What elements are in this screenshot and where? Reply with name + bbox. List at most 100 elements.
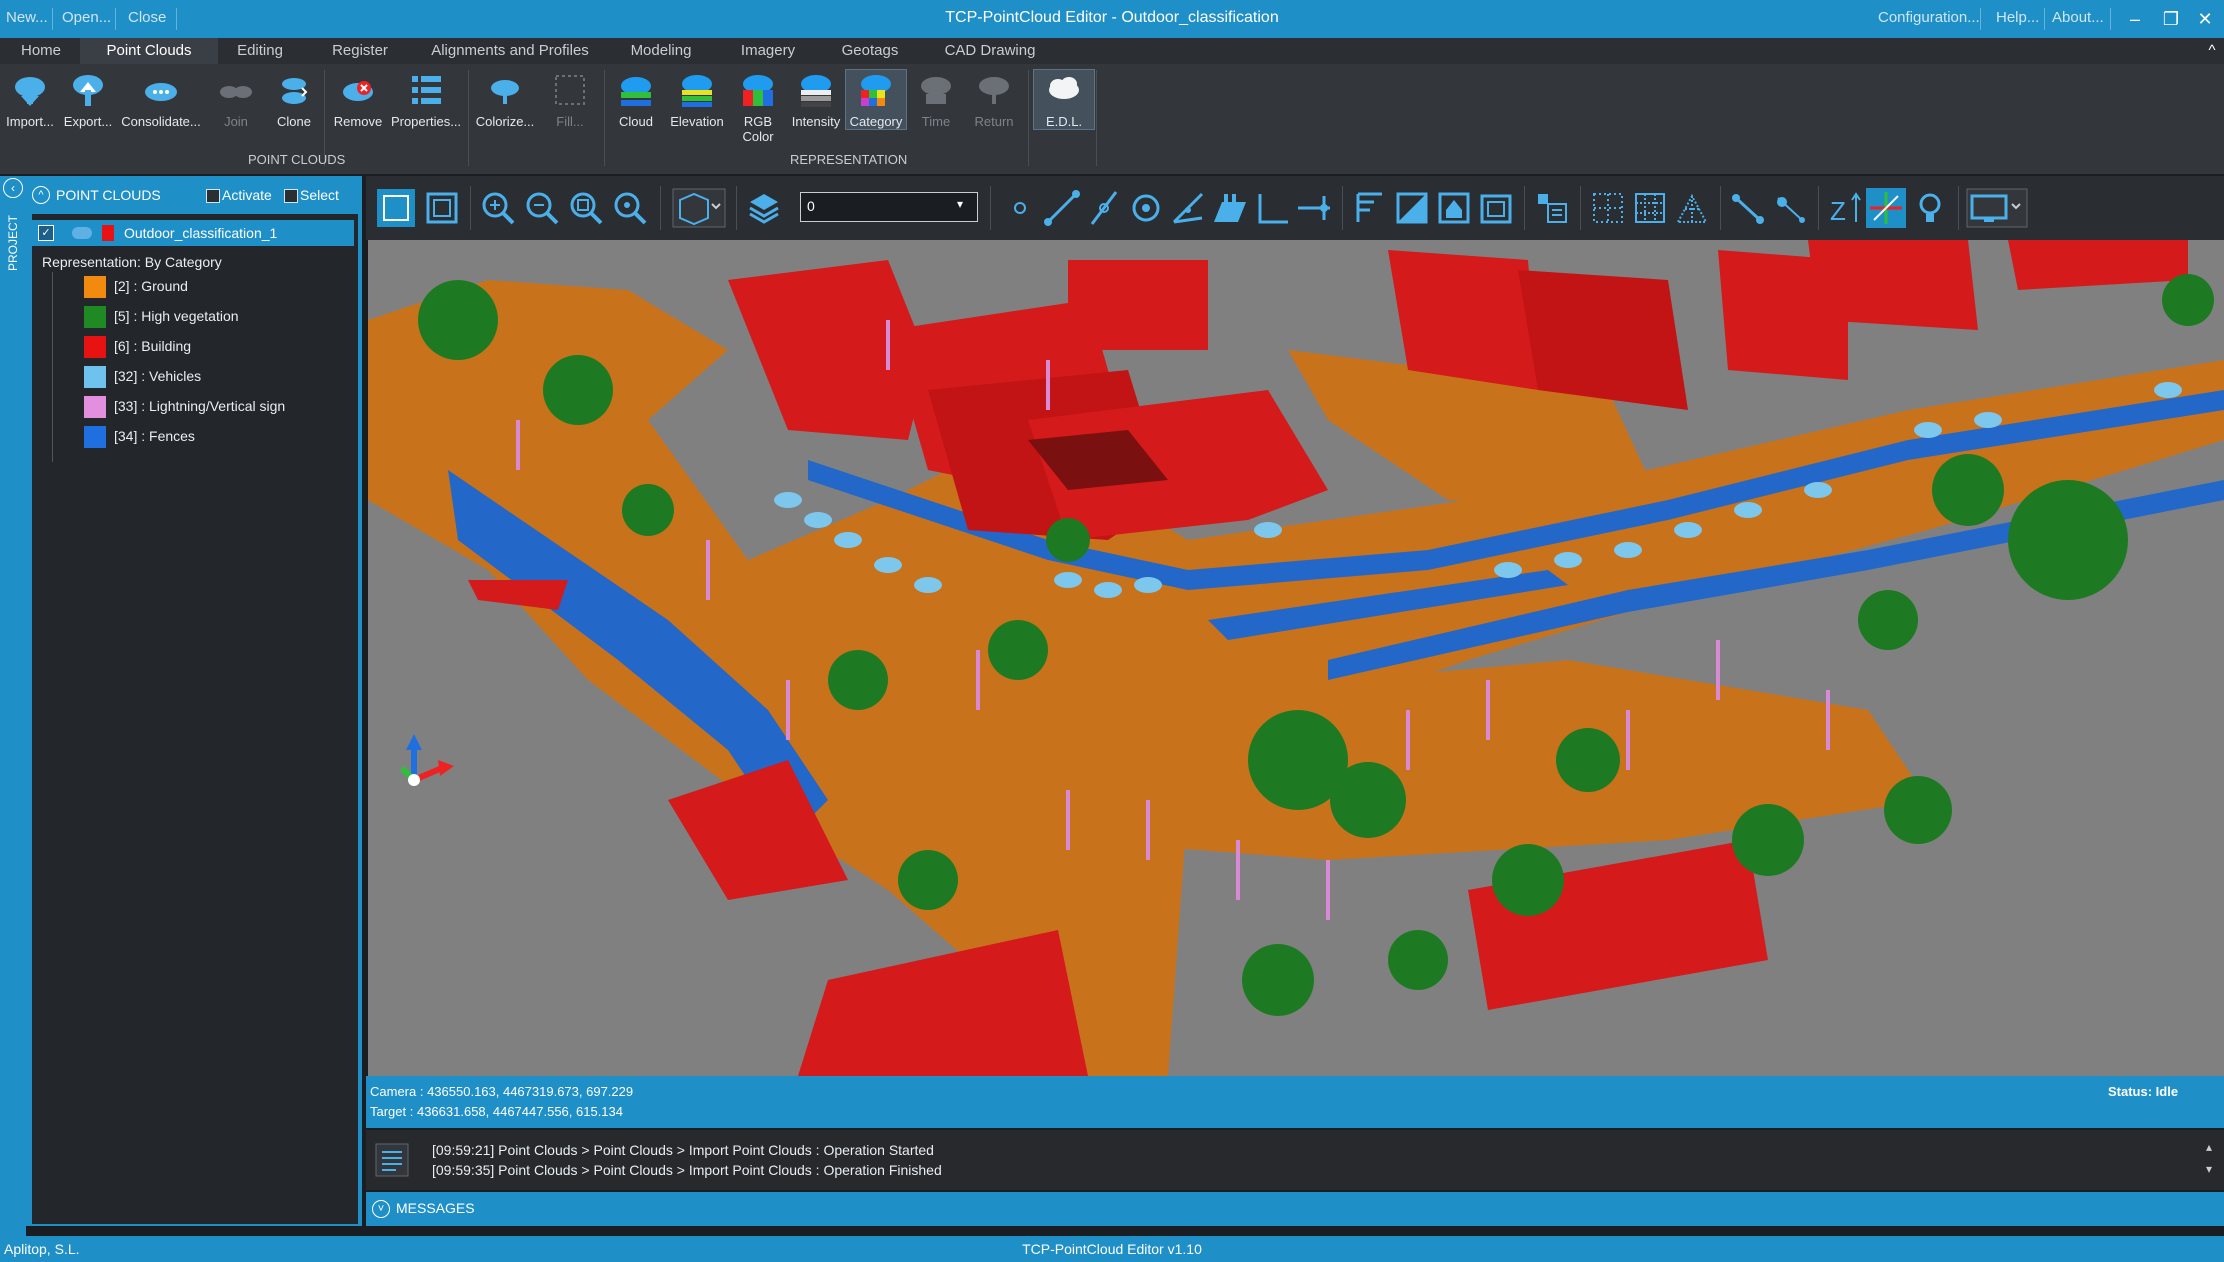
- tree-guide-line: [52, 272, 53, 462]
- tab-imagery[interactable]: Imagery: [728, 38, 808, 64]
- separator: [1720, 186, 1721, 230]
- grid-icon[interactable]: [1630, 188, 1670, 228]
- building-points: [2008, 240, 2188, 290]
- project-side-tab[interactable]: PROJECT: [6, 210, 20, 276]
- return-button[interactable]: Return: [964, 70, 1024, 129]
- tab-geotags[interactable]: Geotags: [830, 38, 910, 64]
- house-view-icon[interactable]: [1434, 188, 1474, 228]
- consolidate-button[interactable]: Consolidate...: [118, 70, 204, 129]
- vegetation-points: [1242, 944, 1314, 1016]
- layers-icon[interactable]: [744, 188, 784, 228]
- circle-target-icon[interactable]: [1126, 188, 1166, 228]
- zoom-in-icon[interactable]: [478, 188, 518, 228]
- cloud-color-swatch: [102, 225, 114, 241]
- app-version: TCP-PointCloud Editor v1.10: [1022, 1241, 1202, 1257]
- tree-row-cloud[interactable]: ✓ Outdoor_classification_1: [32, 220, 354, 246]
- collapse-panel-icon[interactable]: ‹: [3, 178, 23, 198]
- close-icon[interactable]: ✕: [2188, 4, 2222, 34]
- zoom-out-icon[interactable]: [522, 188, 562, 228]
- volume-icon[interactable]: [1210, 188, 1250, 228]
- tab-modeling[interactable]: Modeling: [616, 38, 706, 64]
- snap-line-icon[interactable]: [1770, 188, 1810, 228]
- vehicles-swatch: [84, 366, 106, 388]
- cloud-representation-button[interactable]: Cloud: [606, 70, 666, 129]
- messages-label[interactable]: MESSAGES: [396, 1200, 475, 1216]
- separator: [660, 186, 661, 230]
- vegetation-points: [988, 620, 1048, 680]
- measure-distance-icon[interactable]: [1042, 188, 1082, 228]
- cloud-visible-checkbox[interactable]: ✓: [38, 225, 54, 241]
- colorize-button[interactable]: Colorize...: [472, 70, 538, 129]
- select-box-icon[interactable]: [376, 188, 416, 228]
- view-cube-icon[interactable]: [672, 188, 726, 228]
- polyline-icon[interactable]: [1728, 188, 1768, 228]
- activate-checkbox[interactable]: [206, 189, 220, 203]
- configuration-link[interactable]: Configuration...: [1878, 9, 1980, 26]
- clone-button[interactable]: Clone: [264, 70, 324, 129]
- z-up-icon[interactable]: Z: [1826, 188, 1866, 228]
- consolidate-label: Consolidate...: [121, 114, 201, 129]
- angle-measure-icon[interactable]: [1168, 188, 1208, 228]
- elevation-button[interactable]: Elevation: [664, 70, 730, 129]
- scroll-down-icon[interactable]: ▾: [2206, 1162, 2212, 1176]
- layer-select[interactable]: 0 ▾: [800, 192, 978, 222]
- tab-register[interactable]: Register: [320, 38, 400, 64]
- tab-home[interactable]: Home: [8, 38, 74, 64]
- elevation-view-icon[interactable]: [1476, 188, 1516, 228]
- vegetation-points: [828, 650, 888, 710]
- collapse-section-icon[interactable]: ^: [32, 186, 50, 204]
- light-bulb-icon[interactable]: [1910, 188, 1950, 228]
- plan-view-icon[interactable]: [1350, 188, 1390, 228]
- category-button[interactable]: Category: [845, 69, 907, 130]
- display-monitor-icon[interactable]: [1966, 188, 2028, 228]
- section-icon[interactable]: [1294, 188, 1334, 228]
- help-link[interactable]: Help...: [1996, 9, 2039, 26]
- properties-button[interactable]: Properties...: [388, 70, 464, 129]
- minimize-icon[interactable]: –: [2118, 4, 2152, 34]
- tab-editing[interactable]: Editing: [226, 38, 294, 64]
- ribbon-collapse-icon[interactable]: ^: [2202, 38, 2222, 64]
- select-checkbox[interactable]: [284, 189, 298, 203]
- rgb-icon: [743, 75, 773, 106]
- vegetation-points: [622, 484, 674, 536]
- separator: [1342, 186, 1343, 230]
- edl-cloud-icon: [1049, 77, 1079, 99]
- building-label: [6] : Building: [114, 338, 192, 354]
- triangulate-icon[interactable]: [1672, 188, 1712, 228]
- messages-log-icon[interactable]: [374, 1142, 410, 1178]
- tab-point-clouds[interactable]: Point Clouds: [80, 38, 218, 64]
- rgb-color-button[interactable]: RGB Color: [728, 70, 788, 144]
- remove-button[interactable]: Remove: [328, 70, 388, 129]
- messages-panel: [09:59:21] Point Clouds > Point Clouds >…: [366, 1130, 2224, 1190]
- close-file-button[interactable]: Close: [128, 9, 166, 26]
- export-button[interactable]: Export...: [58, 70, 118, 129]
- building-points: [1388, 250, 1538, 390]
- zoom-window-icon[interactable]: [566, 188, 606, 228]
- edl-button[interactable]: E.D.L.: [1033, 69, 1095, 130]
- scroll-up-icon[interactable]: ▴: [2206, 1140, 2212, 1154]
- grid-dots-icon[interactable]: [1588, 188, 1628, 228]
- import-button[interactable]: Import...: [0, 70, 60, 129]
- tab-alignments-and-profiles[interactable]: Alignments and Profiles: [420, 38, 600, 64]
- profile-icon[interactable]: [1252, 188, 1292, 228]
- intensity-button[interactable]: Intensity: [786, 70, 846, 129]
- fill-button[interactable]: Fill...: [540, 70, 600, 129]
- time-button[interactable]: Time: [906, 70, 966, 129]
- restore-icon[interactable]: ❐: [2154, 4, 2188, 34]
- new-button[interactable]: New...: [6, 9, 48, 26]
- join-button[interactable]: Join: [206, 70, 266, 129]
- point-icon[interactable]: [1000, 188, 1040, 228]
- measure-line-icon[interactable]: [1084, 188, 1124, 228]
- separator: [115, 8, 116, 30]
- tab-cad-drawing[interactable]: CAD Drawing: [934, 38, 1046, 64]
- separator: [176, 8, 177, 30]
- open-button[interactable]: Open...: [62, 9, 111, 26]
- expand-messages-icon[interactable]: ˅: [372, 1200, 390, 1218]
- about-link[interactable]: About...: [2052, 9, 2104, 26]
- classify-icon[interactable]: [1532, 188, 1572, 228]
- 3d-viewport[interactable]: [368, 240, 2224, 1076]
- zoom-previous-icon[interactable]: [610, 188, 650, 228]
- axis-toggle-icon[interactable]: [1866, 188, 1906, 228]
- cut-view-icon[interactable]: [1392, 188, 1432, 228]
- zoom-extents-icon[interactable]: [422, 188, 462, 228]
